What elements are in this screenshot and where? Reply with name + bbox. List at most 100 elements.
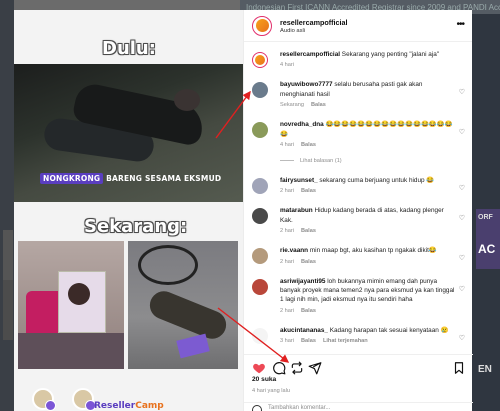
avatar [72, 388, 96, 411]
like-heart-icon[interactable] [252, 361, 266, 375]
view-replies[interactable]: Lihat balasan (1) [244, 158, 473, 164]
avatar[interactable] [252, 82, 268, 99]
reply-link[interactable]: Balas [301, 308, 316, 314]
comment-like-icon[interactable]: ♡ [459, 254, 465, 262]
more-options-icon[interactable]: ••• [456, 20, 464, 30]
comment-username[interactable]: fairysunset_ [280, 177, 318, 184]
photo-caption: NONGKRONG BARENG SESAMA EKSMUD [40, 173, 222, 184]
comment-username[interactable]: matarabun [280, 207, 313, 214]
photo-after-right [128, 241, 238, 369]
screen: Indonesian First ICANN Accredited Regist… [0, 0, 500, 411]
likes-count[interactable]: 20 suka [252, 376, 276, 383]
post-image-avatars [32, 388, 96, 411]
reply-link[interactable]: Balas [301, 188, 316, 194]
comment-text: Kadang harapan tak sesuai kenyataan 😢 [327, 326, 449, 334]
post-image[interactable]: Dulu: NONGKRONG BARENG SESAMA EKSMUD Sek… [14, 10, 243, 411]
comment-time: 2 hari [280, 307, 294, 314]
translate-link[interactable]: Lihat terjemahan [323, 338, 368, 344]
comment-time: 2 hari [280, 228, 294, 235]
caption-item: resellercampofficial Sekarang yang penti… [244, 50, 473, 68]
comment-username[interactable]: bayuwibowo7777 [280, 81, 333, 88]
bookmark-icon[interactable] [452, 361, 466, 375]
heading-before: Dulu: [102, 38, 156, 59]
comment-item: rie.vaann min maap bgt, aku kasihan tp n… [244, 246, 473, 265]
comment-like-icon[interactable]: ♡ [459, 88, 465, 96]
background-label: EN [478, 364, 492, 375]
caption-username[interactable]: resellercampofficial [280, 51, 340, 58]
background-label: AC [478, 242, 496, 256]
post-header: resellercampofficial Audio asli ••• [244, 10, 472, 42]
reply-link[interactable]: Balas [301, 259, 316, 265]
comment-text: sekarang cuma berjuang untuk hidup 😂 [317, 177, 435, 185]
reply-link[interactable]: Balas [301, 338, 316, 344]
action-bar [244, 354, 473, 384]
post-side-panel: resellercampofficial Audio asli ••• rese… [243, 10, 473, 411]
reply-link[interactable]: Balas [311, 102, 326, 108]
brand-logo-part: Reseller [94, 401, 136, 411]
reply-link[interactable]: Balas [301, 142, 316, 148]
avatar[interactable] [252, 178, 268, 195]
comment-time: 3 hari [280, 338, 294, 345]
avatar[interactable] [252, 327, 268, 344]
photo-figure [138, 245, 198, 285]
comment-time: Sekarang [280, 102, 304, 109]
background-page-left [0, 0, 14, 411]
view-replies-label[interactable]: Lihat balasan (1) [300, 158, 342, 164]
photo-figure [145, 287, 231, 343]
avatar[interactable] [252, 52, 268, 68]
caption-highlight: NONGKRONG [40, 173, 104, 184]
comments-list[interactable]: resellercampofficial Sekarang yang penti… [244, 42, 473, 354]
comment-item: asriwijayanti95 loh bukannya mimin emang… [244, 277, 473, 314]
comment-like-icon[interactable]: ♡ [459, 128, 465, 136]
comment-like-icon[interactable]: ♡ [459, 214, 465, 222]
comment-like-icon[interactable]: ♡ [459, 184, 465, 192]
comment-item: fairysunset_ sekarang cuma berjuang untu… [244, 176, 473, 194]
background-page-right: ORF AC EN [472, 14, 500, 411]
background-image-block [3, 280, 13, 340]
audio-label[interactable]: Audio asli [280, 28, 348, 34]
add-comment-input[interactable]: Tambahkan komentar... [268, 405, 330, 411]
avatar[interactable] [252, 122, 268, 139]
avatar[interactable] [252, 278, 268, 295]
profile-avatar[interactable] [252, 15, 272, 36]
photo-figure [68, 283, 90, 305]
photo-figure [176, 333, 210, 359]
photo-after-left [18, 241, 124, 369]
comment-like-icon[interactable]: ♡ [459, 285, 465, 293]
comment-username[interactable]: rie.vaann [280, 247, 308, 254]
comment-time: 2 hari [280, 258, 294, 265]
comment-like-icon[interactable]: ♡ [459, 334, 465, 342]
comment-items: bayuwibowo7777 selalu berusaha pasti gak… [244, 80, 473, 344]
comment-item: matarabun Hidup kadang berada di atas, k… [244, 206, 473, 234]
photo-figure [174, 89, 200, 111]
comment-item: bayuwibowo7777 selalu berusaha pasti gak… [244, 80, 473, 108]
add-comment-bar: Tambahkan komentar... [244, 402, 473, 411]
reply-link[interactable]: Balas [301, 228, 316, 234]
avatar[interactable] [252, 248, 268, 265]
repost-icon[interactable] [290, 361, 304, 375]
post-age: 4 hari yang lalu [252, 388, 290, 394]
caption-rest: BARENG SESAMA EKSMUD [103, 174, 222, 183]
header-username[interactable]: resellercampofficial [280, 18, 348, 27]
brand-logo-part: Camp [135, 401, 164, 411]
comment-time: 2 hari [280, 188, 294, 195]
share-icon[interactable] [308, 361, 322, 375]
brand-logo: ResellerCamp [94, 401, 164, 411]
comment-username[interactable]: akucintananas_ [280, 327, 328, 334]
avatar[interactable] [252, 208, 268, 225]
comment-time: 4 hari [280, 142, 294, 149]
comment-icon[interactable] [272, 361, 286, 375]
emoji-icon[interactable] [252, 405, 262, 411]
heading-after: Sekarang: [84, 216, 188, 237]
comment-username[interactable]: novredha_dna [280, 121, 324, 128]
post-modal: Dulu: NONGKRONG BARENG SESAMA EKSMUD Sek… [14, 10, 473, 411]
avatar [32, 388, 56, 411]
caption-text: Sekarang yang penting "jalani aja" [340, 51, 440, 58]
comment-text: min maap bgt, aku kasihan tp ngakak diki… [308, 247, 437, 255]
comment-item: novredha_dna 😂😂😂😂😂😂😂😂😂😂😂😂😂😂😂😂😂 4 hari Bala… [244, 120, 473, 148]
comment-item: akucintananas_ Kadang harapan tak sesuai… [244, 326, 473, 344]
comment-username[interactable]: asriwijayanti95 [280, 278, 325, 285]
background-label: ORF [478, 214, 493, 221]
background-image-block [3, 230, 13, 280]
photo-figure [18, 333, 124, 369]
